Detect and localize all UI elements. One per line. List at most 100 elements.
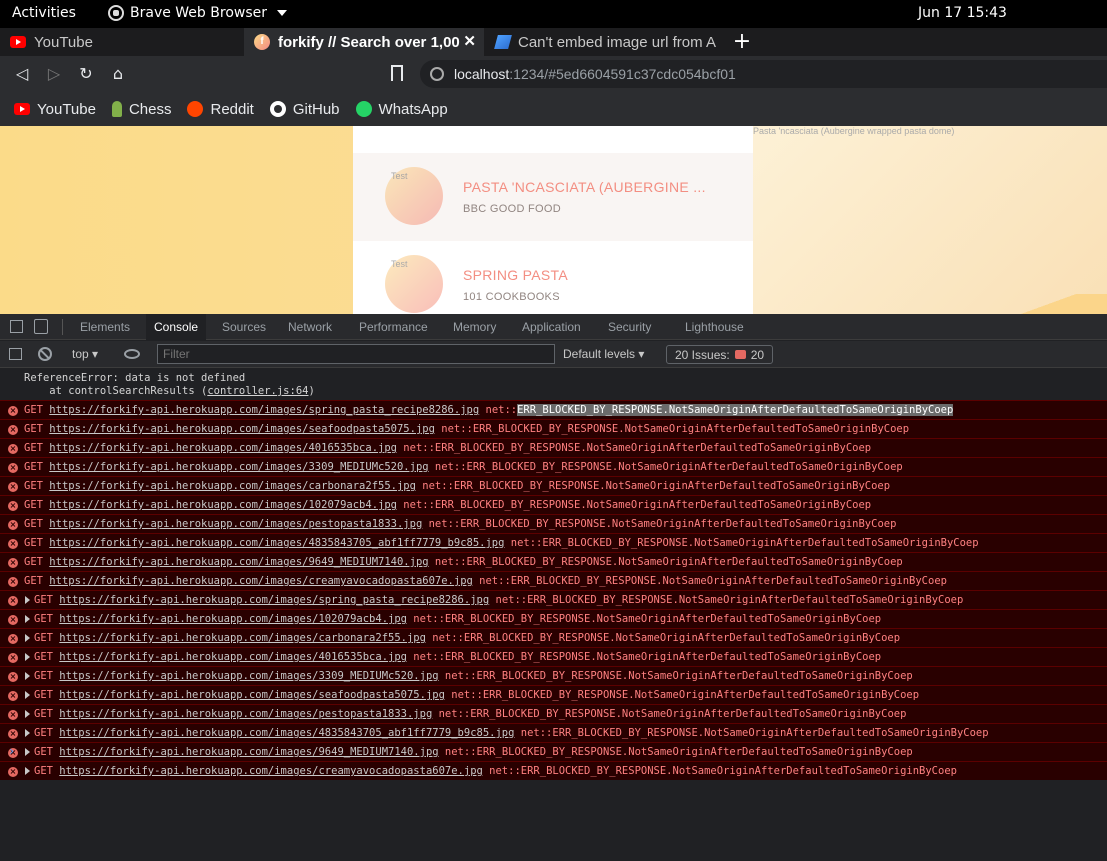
request-url[interactable]: https://forkify-api.herokuapp.com/images… <box>49 499 397 511</box>
result-publisher: 101 COOKBOOKS <box>463 291 560 303</box>
forward-icon[interactable]: ▷ <box>44 64 64 84</box>
request-url[interactable]: https://forkify-api.herokuapp.com/images… <box>49 442 397 454</box>
expand-arrow-icon[interactable] <box>25 748 30 756</box>
request-url[interactable]: https://forkify-api.herokuapp.com/images… <box>49 423 435 435</box>
url-host: localhost <box>454 66 510 82</box>
forkify-icon: f <box>254 34 270 50</box>
address-bar[interactable]: localhost:1234/#5ed6604591c37cdc054bcf01 <box>420 60 1107 88</box>
console-error-row[interactable]: × GET https://forkify-api.herokuapp.com/i… <box>0 609 1107 628</box>
context-label: top <box>72 347 89 361</box>
home-icon[interactable]: ⌂ <box>108 64 128 84</box>
request-url[interactable]: https://forkify-api.herokuapp.com/images… <box>59 746 438 758</box>
http-method: GET <box>34 594 60 606</box>
expand-arrow-icon[interactable] <box>25 653 30 661</box>
request-url[interactable]: https://forkify-api.herokuapp.com/images… <box>59 708 432 720</box>
context-selector[interactable]: top ▾ <box>72 347 98 361</box>
error-code: ERR_BLOCKED_BY_RESPONSE.NotSameOriginAft… <box>444 613 882 625</box>
live-expression-icon[interactable] <box>124 349 140 359</box>
expand-arrow-icon[interactable] <box>25 615 30 623</box>
console-error-row[interactable]: × GET https://forkify-api.herokuapp.com/i… <box>0 590 1107 609</box>
bookmark-github[interactable]: GitHub <box>269 101 340 118</box>
issues-button[interactable]: 20 Issues: 20 <box>666 345 774 364</box>
console-error-row[interactable]: × GET https://forkify-api.herokuapp.com/i… <box>0 685 1107 704</box>
request-url[interactable]: https://forkify-api.herokuapp.com/images… <box>59 727 514 739</box>
request-url[interactable]: https://forkify-api.herokuapp.com/images… <box>59 689 445 701</box>
expand-arrow-icon[interactable] <box>25 596 30 604</box>
tab-elements[interactable]: Elements <box>72 314 138 340</box>
console-error-row[interactable]: × GET https://forkify-api.herokuapp.com/i… <box>0 628 1107 647</box>
bookmark-youtube[interactable]: YouTube <box>14 101 96 118</box>
expand-arrow-icon[interactable] <box>25 767 30 775</box>
device-toolbar-icon[interactable] <box>34 319 48 334</box>
browser-toolbar: ◁ ▷ ↻ ⌂ localhost:1234/#5ed6604591c37cdc… <box>0 56 1107 92</box>
console-error-row[interactable]: × GET https://forkify-api.herokuapp.com/i… <box>0 666 1107 685</box>
app-menu[interactable]: Brave Web Browser <box>108 5 287 21</box>
close-icon[interactable]: ✕ <box>463 32 476 50</box>
tab-youtube[interactable]: YouTube <box>0 28 240 56</box>
expand-arrow-icon[interactable] <box>25 672 30 680</box>
bookmark-icon[interactable] <box>391 65 403 81</box>
request-url[interactable]: https://forkify-api.herokuapp.com/images… <box>59 632 426 644</box>
activities-button[interactable]: Activities <box>12 5 76 21</box>
result-item[interactable]: Test PASTA 'NCASCIATA (AUBERGINE ... BBC… <box>353 153 753 241</box>
back-icon[interactable]: ◁ <box>12 64 32 84</box>
http-method: GET <box>34 746 60 758</box>
tab-security[interactable]: Security <box>600 314 659 340</box>
clock[interactable]: Jun 17 15:43 <box>918 5 1007 21</box>
clear-console-icon[interactable] <box>38 347 52 361</box>
request-url[interactable]: https://forkify-api.herokuapp.com/images… <box>59 613 407 625</box>
request-url[interactable]: https://forkify-api.herokuapp.com/images… <box>49 480 416 492</box>
request-url[interactable]: https://forkify-api.herokuapp.com/images… <box>49 461 428 473</box>
net-prefix: net:: <box>432 708 471 720</box>
tab-forkify[interactable]: f forkify // Search over 1,00 ✕ <box>244 28 484 56</box>
error-code: ERR_BLOCKED_BY_RESPONSE.NotSameOriginAft… <box>434 442 872 454</box>
console-error-row[interactable]: × GET https://forkify-api.herokuapp.com/i… <box>0 704 1107 723</box>
request-url[interactable]: https://forkify-api.herokuapp.com/images… <box>59 594 489 606</box>
bookmark-chess[interactable]: Chess <box>111 101 171 118</box>
tab-console[interactable]: Console <box>146 314 207 340</box>
console-sidebar-icon[interactable] <box>9 348 22 360</box>
new-tab-button[interactable]: + <box>730 30 754 54</box>
request-url[interactable]: https://forkify-api.herokuapp.com/images… <box>59 765 483 777</box>
console-error-row[interactable]: × GET https://forkify-api.herokuapp.com/i… <box>0 742 1107 761</box>
console-error-row[interactable]: × GET https://forkify-api.herokuapp.com/i… <box>0 723 1107 742</box>
result-item[interactable]: Test SPRING PASTA 101 COOKBOOKS <box>353 241 753 314</box>
request-url[interactable]: https://forkify-api.herokuapp.com/images… <box>49 518 422 530</box>
expand-arrow-icon[interactable] <box>25 729 30 737</box>
expand-arrow-icon[interactable] <box>25 691 30 699</box>
tab-stackoverflow[interactable]: Can't embed image url from A <box>486 28 722 56</box>
tab-lighthouse[interactable]: Lighthouse <box>677 314 752 340</box>
request-url[interactable]: https://forkify-api.herokuapp.com/images… <box>59 670 438 682</box>
bookmark-label: YouTube <box>37 100 96 118</box>
console-error-row[interactable]: × GET https://forkify-api.herokuapp.com/i… <box>0 647 1107 666</box>
tab-sources[interactable]: Sources <box>214 314 274 340</box>
tab-application[interactable]: Application <box>514 314 589 340</box>
site-info-icon[interactable] <box>430 67 444 81</box>
log-levels-dropdown[interactable]: Default levels ▾ <box>563 347 644 361</box>
net-prefix: net:: <box>438 670 477 682</box>
error-message: GET https://forkify-api.herokuapp.com/im… <box>24 556 903 568</box>
request-url[interactable]: https://forkify-api.herokuapp.com/images… <box>59 651 407 663</box>
error-code: ERR_BLOCKED_BY_RESPONSE.NotSameOriginAft… <box>470 708 907 720</box>
console-filter-input[interactable] <box>157 344 555 364</box>
console-prompt[interactable]: › <box>8 744 15 758</box>
net-prefix: net:: <box>422 518 461 530</box>
inspect-element-icon[interactable] <box>10 320 23 333</box>
request-url[interactable]: https://forkify-api.herokuapp.com/images… <box>49 575 473 587</box>
request-url[interactable]: https://forkify-api.herokuapp.com/images… <box>49 404 479 416</box>
error-message: GET https://forkify-api.herokuapp.com/im… <box>34 708 906 720</box>
expand-arrow-icon[interactable] <box>25 710 30 718</box>
bookmark-whatsapp[interactable]: WhatsApp <box>355 101 448 118</box>
image-alt: Test <box>391 259 408 269</box>
reload-icon[interactable]: ↻ <box>76 64 96 84</box>
request-url[interactable]: https://forkify-api.herokuapp.com/images… <box>49 537 504 549</box>
source-link[interactable]: controller.js:64 <box>207 385 308 397</box>
expand-arrow-icon[interactable] <box>25 634 30 642</box>
tab-memory[interactable]: Memory <box>445 314 504 340</box>
tab-performance[interactable]: Performance <box>351 314 436 340</box>
tab-network[interactable]: Network <box>280 314 340 340</box>
request-url[interactable]: https://forkify-api.herokuapp.com/images… <box>49 556 428 568</box>
console-error-row[interactable]: × GET https://forkify-api.herokuapp.com/i… <box>0 761 1107 780</box>
reference-error: ReferenceError: data is not defined at c… <box>24 372 315 398</box>
bookmark-reddit[interactable]: Reddit <box>187 101 254 118</box>
